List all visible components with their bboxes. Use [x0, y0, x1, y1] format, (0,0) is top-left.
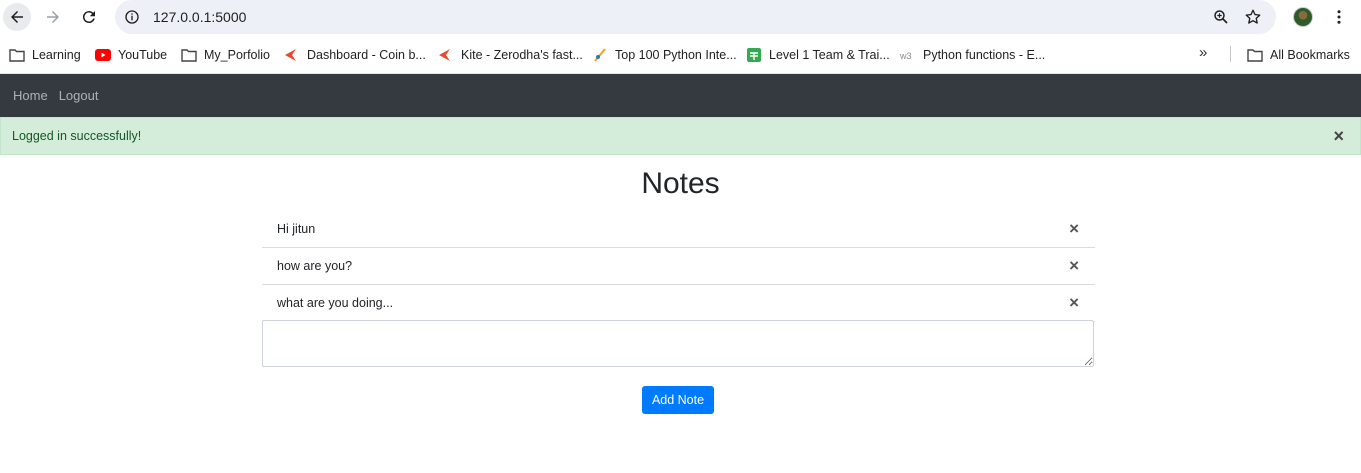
url-text[interactable]: 127.0.0.1:5000	[153, 9, 246, 25]
w3-icon: w3	[900, 51, 912, 61]
folder-icon	[1247, 49, 1263, 62]
note-text: what are you doing...	[277, 296, 394, 310]
all-bookmarks-button[interactable]: All Bookmarks	[1247, 46, 1350, 64]
more-bookmarks-button[interactable]: »	[1199, 44, 1207, 61]
delete-note-icon[interactable]: ×	[1069, 257, 1079, 275]
close-icon[interactable]: ×	[1333, 126, 1344, 146]
bookmark-level-1-team[interactable]: Level 1 Team & Trai...	[746, 46, 890, 64]
bookmark-label: Top 100 Python Inte...	[615, 48, 737, 62]
list-item: what are you doing... ×	[262, 285, 1095, 322]
avatar[interactable]	[1293, 7, 1313, 27]
note-input[interactable]	[262, 320, 1094, 367]
delete-note-icon[interactable]: ×	[1069, 220, 1079, 238]
bookmark-kite-zerodha[interactable]: Kite - Zerodha's fast...	[438, 46, 583, 64]
svg-text:w3: w3	[900, 51, 912, 61]
forward-icon	[47, 11, 59, 23]
python-icon	[594, 48, 606, 62]
bookmark-python-functions[interactable]: w3 Python functions - E...	[900, 46, 1045, 64]
nav-link-logout[interactable]: Logout	[59, 88, 99, 103]
kite-icon	[285, 49, 296, 61]
delete-note-icon[interactable]: ×	[1069, 294, 1079, 312]
youtube-icon	[95, 49, 111, 61]
bookmark-label: Python functions - E...	[923, 48, 1046, 62]
alert-message: Logged in successfully!	[12, 129, 142, 143]
bookmark-label: Kite - Zerodha's fast...	[461, 48, 583, 62]
zoom-icon[interactable]	[1212, 8, 1230, 26]
bookmark-my-porfolio[interactable]: My_Porfolio	[181, 46, 270, 64]
bookmark-label: My_Porfolio	[204, 48, 270, 62]
note-text: Hi jitun	[277, 222, 316, 236]
bookmark-label: All Bookmarks	[1270, 48, 1350, 62]
add-note-button[interactable]: Add Note	[642, 386, 714, 414]
info-icon[interactable]	[124, 9, 140, 25]
bookmarks-bar: Learning YouTube My_Porfolio Dashboard -…	[0, 34, 1361, 74]
bookmark-label: Dashboard - Coin b...	[307, 48, 426, 62]
back-icon	[11, 11, 23, 23]
kebab-menu-icon[interactable]	[1330, 8, 1348, 26]
bookmark-label: YouTube	[118, 48, 168, 62]
bookmark-learning[interactable]: Learning	[9, 46, 81, 64]
star-icon[interactable]	[1244, 8, 1262, 26]
notes-list: Hi jitun × how are you? × what are you d…	[262, 211, 1095, 322]
kite-icon	[439, 49, 450, 61]
bookmark-youtube[interactable]: YouTube	[95, 46, 167, 64]
list-item: how are you? ×	[262, 248, 1095, 285]
sheets-icon	[747, 48, 761, 62]
reload-icon	[82, 11, 95, 24]
page-title: Notes	[641, 167, 720, 200]
folder-icon	[181, 49, 197, 62]
browser-toolbar: 127.0.0.1:5000	[0, 0, 1361, 34]
bookmark-dashboard-coin[interactable]: Dashboard - Coin b...	[284, 46, 426, 64]
bookmark-label: Level 1 Team & Trai...	[769, 48, 890, 62]
nav-link-home[interactable]: Home	[13, 88, 48, 103]
back-button[interactable]	[3, 3, 31, 31]
note-text: how are you?	[277, 259, 353, 273]
bookmarks-divider	[1230, 46, 1231, 62]
bookmark-top-100-python[interactable]: Top 100 Python Inte...	[592, 46, 737, 64]
address-bar[interactable]: 127.0.0.1:5000	[115, 0, 1276, 34]
app-navbar: Home Logout	[0, 74, 1361, 117]
list-item: Hi jitun ×	[262, 211, 1095, 248]
reload-button[interactable]	[75, 3, 103, 31]
folder-icon	[9, 49, 25, 62]
bookmark-label: Learning	[32, 48, 81, 62]
forward-button[interactable]	[39, 3, 67, 31]
success-alert: Logged in successfully! ×	[0, 117, 1361, 155]
